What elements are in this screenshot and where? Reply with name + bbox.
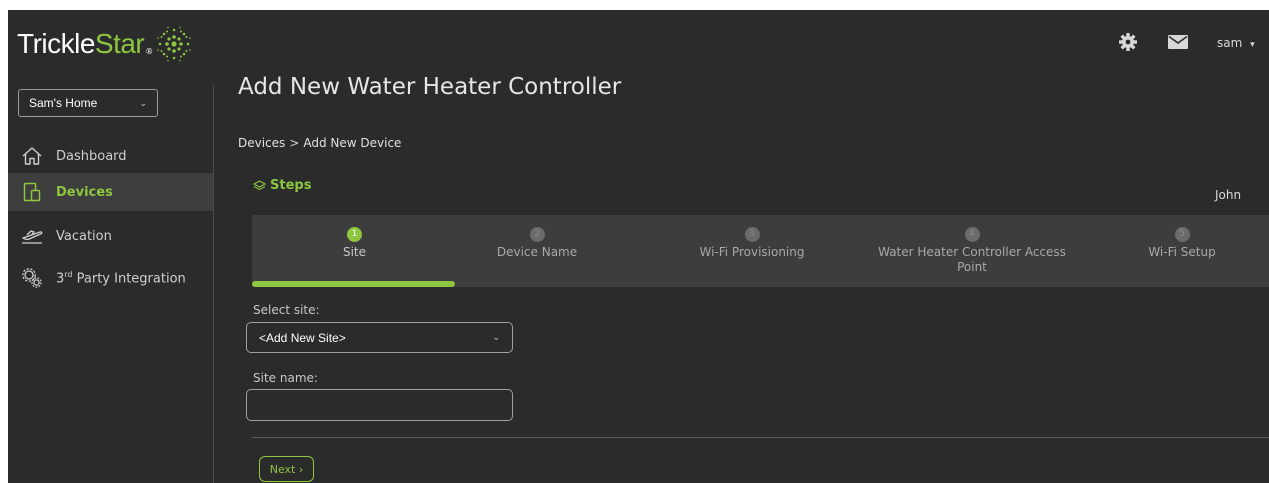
sidebar-item-label: Vacation [56, 228, 112, 244]
breadcrumb: Devices > Add New Device [238, 136, 401, 150]
sidebar-item-3rd-party-integration[interactable]: 3rd Party Integration [8, 259, 213, 297]
sidebar-item-label: 3rd Party Integration [56, 269, 186, 287]
steps-title: Steps [253, 178, 311, 193]
user-menu[interactable]: sam ▾ [1217, 36, 1255, 50]
sidebar-item-label: Devices [56, 184, 113, 200]
chevron-down-icon: ⌄ [139, 97, 147, 108]
step-wifi-setup[interactable]: 5 Wi-Fi Setup [1122, 227, 1242, 260]
sidebar-divider [213, 85, 214, 483]
caret-down-icon: ▾ [1250, 40, 1255, 50]
step-access-point[interactable]: 4 Water Heater Controller Access Point [857, 227, 1087, 275]
step-label: Wi-Fi Setup [1148, 245, 1216, 259]
step-wifi-provisioning[interactable]: 3 Wi-Fi Provisioning [672, 227, 832, 260]
site-name-input[interactable] [246, 389, 513, 421]
step-number: 4 [964, 227, 980, 242]
step-progress-fill [252, 281, 456, 287]
home-select-value: Sam's Home [29, 96, 98, 110]
steps-progress-bar: 1 Site 2 Device Name 3 Wi-Fi Provisionin… [252, 215, 1269, 287]
chevron-down-icon: ⌄ [492, 332, 500, 342]
plane-icon [8, 227, 56, 245]
brand-logo[interactable]: TrickleStar ® [17, 24, 193, 64]
step-label: Site [342, 245, 367, 259]
gear-icon[interactable] [1118, 32, 1138, 56]
app-window: TrickleStar ® Sam's Home ⌄ Dashboard Dev… [8, 10, 1269, 483]
sidebar: TrickleStar ® Sam's Home ⌄ Dashboard Dev… [8, 10, 213, 483]
chevron-right-icon: › [298, 462, 304, 476]
page-title: Add New Water Heater Controller [238, 74, 622, 100]
gears-icon [8, 266, 56, 290]
step-number: 1 [347, 227, 362, 242]
step-number: 2 [529, 227, 545, 242]
sidebar-item-label: Dashboard [56, 148, 127, 164]
site-select[interactable]: <Add New Site> ⌄ [246, 322, 513, 353]
sidebar-item-dashboard[interactable]: Dashboard [8, 137, 213, 175]
select-site-label: Select site: [253, 303, 320, 317]
home-select[interactable]: Sam's Home ⌄ [18, 89, 158, 117]
step-site[interactable]: 1 Site [302, 227, 407, 260]
sidebar-item-vacation[interactable]: Vacation [8, 217, 213, 255]
brand-wordmark: TrickleStar [17, 28, 145, 59]
mail-icon[interactable] [1168, 34, 1188, 53]
step-device-name[interactable]: 2 Device Name [467, 227, 607, 260]
step-label: Wi-Fi Provisioning [699, 245, 805, 259]
breadcrumb-separator: > [289, 136, 300, 150]
step-number: 5 [1174, 227, 1190, 242]
sidebar-item-devices[interactable]: Devices [8, 173, 213, 211]
user-name: sam [1217, 36, 1243, 50]
breadcrumb-current: Add New Device [303, 136, 402, 150]
step-number: 3 [744, 227, 760, 242]
steps-user-name: John [1215, 188, 1242, 202]
home-icon [8, 146, 56, 166]
starburst-logo-icon [157, 26, 192, 62]
form-divider [252, 437, 1269, 438]
site-name-label: Site name: [253, 371, 318, 385]
layers-icon [253, 179, 266, 190]
step-label: Device Name [496, 245, 578, 259]
step-label: Water Heater Controller Access Point [878, 245, 1066, 274]
breadcrumb-devices[interactable]: Devices [238, 136, 285, 150]
devices-icon [8, 182, 56, 202]
site-select-value: <Add New Site> [259, 330, 346, 345]
next-button[interactable]: Next › [259, 456, 314, 482]
trademark-symbol: ® [145, 47, 154, 56]
